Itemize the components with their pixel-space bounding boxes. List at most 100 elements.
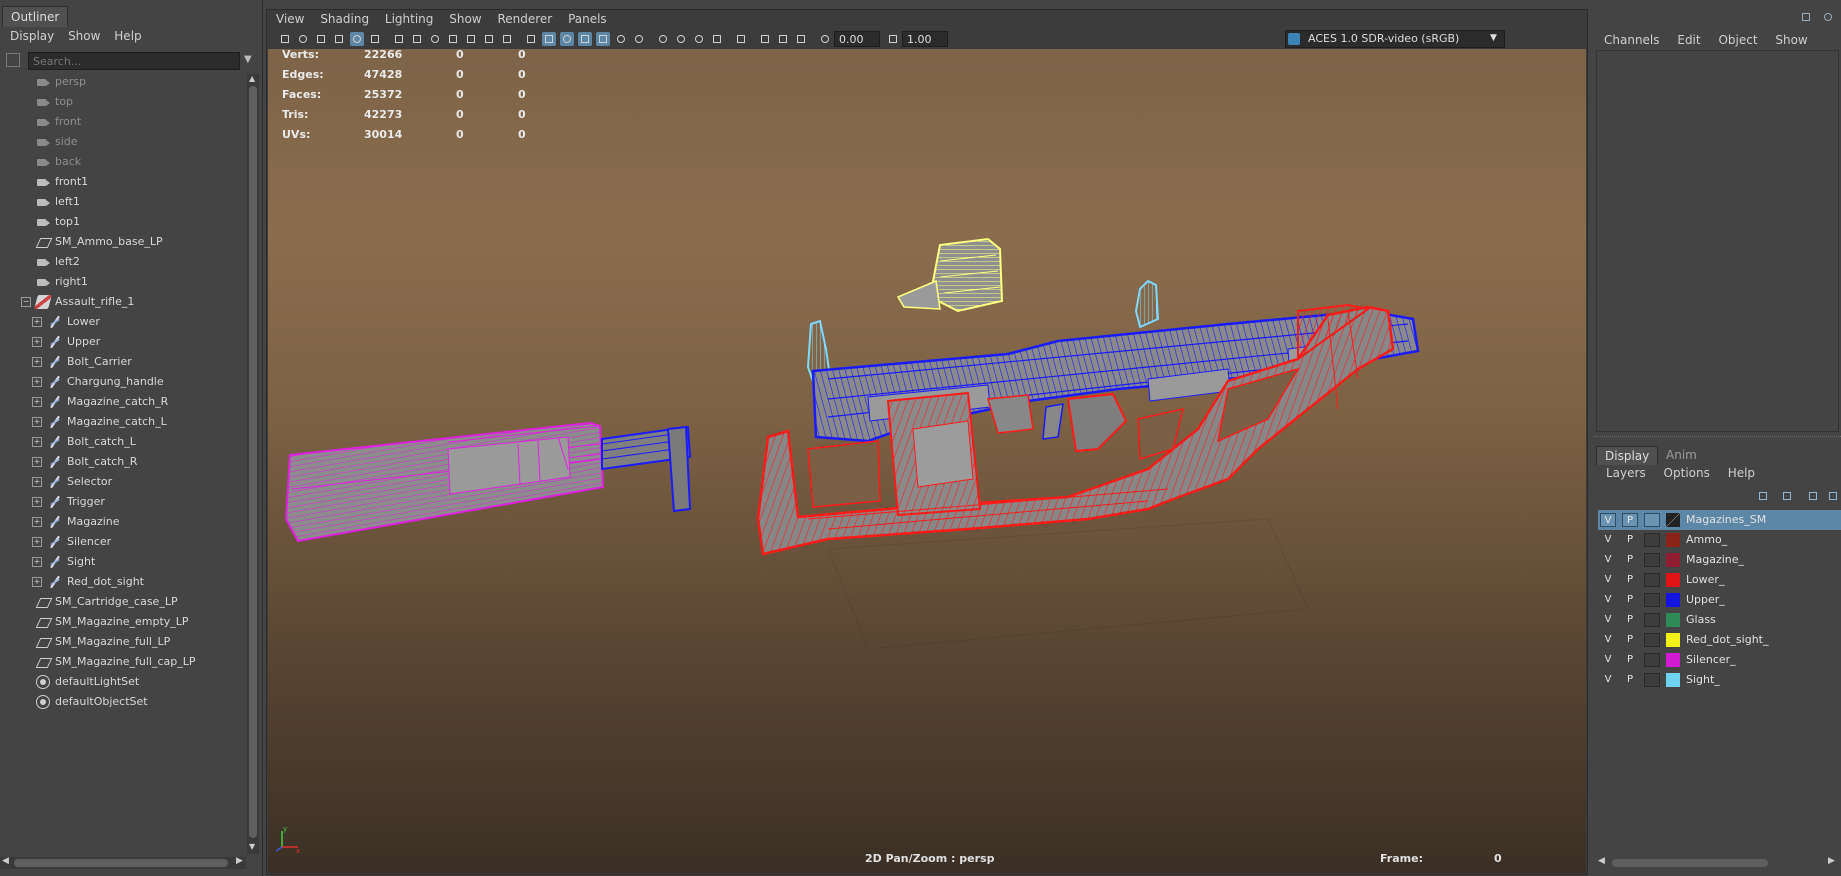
expand-plus-icon[interactable]: + bbox=[32, 517, 42, 527]
layer-row[interactable]: V P Magazines_SM bbox=[1598, 510, 1841, 530]
layer-row[interactable]: V P Lower_ bbox=[1598, 570, 1841, 590]
gate-mask-icon[interactable] bbox=[446, 32, 460, 46]
film-gate-icon[interactable] bbox=[410, 32, 424, 46]
exposure-field[interactable]: 0.00 bbox=[834, 31, 880, 47]
layer-playback-toggle[interactable]: P bbox=[1622, 653, 1638, 667]
scroll-right-arrow-icon[interactable]: ▶ bbox=[236, 856, 243, 866]
channel-box-menu-object[interactable]: Object bbox=[1718, 31, 1757, 49]
layer-visibility-toggle[interactable]: V bbox=[1600, 553, 1616, 567]
image-plane-icon[interactable] bbox=[332, 32, 346, 46]
tool-settings-toggle-icon[interactable] bbox=[1821, 10, 1835, 24]
layer-row[interactable]: V P Magazine_ bbox=[1598, 550, 1841, 570]
anti-aliasing-icon[interactable] bbox=[692, 32, 706, 46]
layer-menu-layers[interactable]: Layers bbox=[1606, 464, 1646, 482]
smooth-shade-all-icon[interactable] bbox=[542, 32, 556, 46]
layer-visibility-toggle[interactable]: V bbox=[1600, 513, 1616, 527]
screen-space-ao-icon[interactable] bbox=[656, 32, 670, 46]
layer-visibility-toggle[interactable]: V bbox=[1600, 533, 1616, 547]
layer-playback-toggle[interactable]: P bbox=[1622, 613, 1638, 627]
outliner-item[interactable]: right1 bbox=[0, 272, 246, 292]
gamma-field[interactable]: 1.00 bbox=[902, 31, 948, 47]
outliner-item[interactable]: + Silencer bbox=[0, 532, 246, 552]
field-chart-icon[interactable] bbox=[464, 32, 478, 46]
new-layer-from-selection-icon[interactable] bbox=[1826, 489, 1840, 503]
layer-display-type-toggle[interactable] bbox=[1644, 573, 1660, 587]
color-space-selector[interactable]: ACES 1.0 SDR-video (sRGB) ▼ bbox=[1285, 30, 1505, 48]
shadows-icon[interactable] bbox=[614, 32, 628, 46]
filter-grid-icon[interactable] bbox=[6, 53, 20, 67]
outliner-item[interactable]: SM_Ammo_base_LP bbox=[0, 232, 246, 252]
new-empty-layer-icon[interactable] bbox=[1806, 489, 1820, 503]
scrollbar-thumb[interactable] bbox=[1612, 859, 1768, 867]
channel-box-menu-edit[interactable]: Edit bbox=[1677, 31, 1700, 49]
safe-action-icon[interactable] bbox=[482, 32, 496, 46]
use-all-lights-icon[interactable] bbox=[596, 32, 610, 46]
isolate-select-icon[interactable] bbox=[734, 32, 748, 46]
channel-box-menu-show[interactable]: Show bbox=[1775, 31, 1807, 49]
layer-display-type-toggle[interactable] bbox=[1644, 553, 1660, 567]
scroll-right-arrow-icon[interactable]: ▶ bbox=[1828, 856, 1835, 866]
xray-active-components-icon[interactable] bbox=[776, 32, 790, 46]
outliner-item[interactable]: SM_Magazine_full_LP bbox=[0, 632, 246, 652]
layer-display-type-toggle[interactable] bbox=[1644, 653, 1660, 667]
outliner-item[interactable]: + Bolt_Carrier bbox=[0, 352, 246, 372]
outliner-item[interactable]: front bbox=[0, 112, 246, 132]
depth-of-field-icon[interactable] bbox=[710, 32, 724, 46]
outliner-item[interactable]: front1 bbox=[0, 172, 246, 192]
layer-color-swatch[interactable] bbox=[1666, 533, 1680, 547]
viewport-menu-lighting[interactable]: Lighting bbox=[385, 10, 434, 28]
viewport-menu-shading[interactable]: Shading bbox=[320, 10, 369, 28]
wireframe-on-shaded-icon[interactable] bbox=[560, 32, 574, 46]
expand-plus-icon[interactable]: + bbox=[32, 577, 42, 587]
layer-row[interactable]: V P Silencer_ bbox=[1598, 650, 1841, 670]
scroll-down-arrow-icon[interactable]: ▼ bbox=[249, 842, 255, 851]
layer-row[interactable]: V P Sight_ bbox=[1598, 670, 1841, 690]
expand-plus-icon[interactable]: + bbox=[32, 377, 42, 387]
tab-anim[interactable]: Anim bbox=[1658, 446, 1705, 464]
layer-color-swatch[interactable] bbox=[1666, 553, 1680, 567]
outliner-item[interactable]: left2 bbox=[0, 252, 246, 272]
layer-color-swatch[interactable] bbox=[1666, 653, 1680, 667]
layer-row[interactable]: V P Red_dot_sight_ bbox=[1598, 630, 1841, 650]
layer-visibility-toggle[interactable]: V bbox=[1600, 573, 1616, 587]
chevron-down-icon[interactable]: ▼ bbox=[1490, 33, 1497, 43]
outliner-item[interactable]: + Trigger bbox=[0, 492, 246, 512]
layer-color-swatch[interactable] bbox=[1666, 613, 1680, 627]
lights-icon[interactable] bbox=[632, 32, 646, 46]
outliner-item[interactable]: top bbox=[0, 92, 246, 112]
outliner-item[interactable]: defaultObjectSet bbox=[0, 692, 246, 712]
outliner-item[interactable]: SM_Magazine_full_cap_LP bbox=[0, 652, 246, 672]
layer-menu-options[interactable]: Options bbox=[1664, 464, 1710, 482]
layer-playback-toggle[interactable]: P bbox=[1622, 593, 1638, 607]
rifle-wireframe-model[interactable] bbox=[268, 49, 1586, 873]
scroll-up-arrow-icon[interactable]: ▲ bbox=[249, 74, 255, 83]
layer-playback-toggle[interactable]: P bbox=[1622, 673, 1638, 687]
xray-joints-icon[interactable] bbox=[794, 32, 808, 46]
outliner-item[interactable]: persp bbox=[0, 74, 246, 92]
viewport-menu-renderer[interactable]: Renderer bbox=[497, 10, 552, 28]
viewport-menu-panels[interactable]: Panels bbox=[568, 10, 607, 28]
layer-playback-toggle[interactable]: P bbox=[1622, 553, 1638, 567]
move-layer-down-icon[interactable] bbox=[1780, 489, 1794, 503]
channel-box-menu-channels[interactable]: Channels bbox=[1604, 31, 1660, 49]
2d-pan-zoom-icon[interactable] bbox=[350, 32, 364, 46]
outliner-item[interactable]: + Sight bbox=[0, 552, 246, 572]
layer-playback-toggle[interactable]: P bbox=[1622, 633, 1638, 647]
outliner-menu-show[interactable]: Show bbox=[68, 27, 100, 45]
layer-visibility-toggle[interactable]: V bbox=[1600, 673, 1616, 687]
xray-icon[interactable] bbox=[758, 32, 772, 46]
expand-plus-icon[interactable]: + bbox=[32, 497, 42, 507]
layer-color-swatch[interactable] bbox=[1666, 593, 1680, 607]
scroll-left-arrow-icon[interactable]: ◀ bbox=[2, 856, 9, 866]
layer-row[interactable]: V P Upper_ bbox=[1598, 590, 1841, 610]
outliner-item[interactable]: + Red_dot_sight bbox=[0, 572, 246, 592]
layer-playback-toggle[interactable]: P bbox=[1622, 533, 1638, 547]
search-options-dropdown-icon[interactable]: ▼ bbox=[244, 54, 252, 65]
move-layer-up-icon[interactable] bbox=[1756, 489, 1770, 503]
motion-blur-icon[interactable] bbox=[674, 32, 688, 46]
scrollbar-thumb[interactable] bbox=[14, 859, 228, 867]
layer-menu-help[interactable]: Help bbox=[1728, 464, 1755, 482]
outliner-item[interactable]: + Upper bbox=[0, 332, 246, 352]
outliner-item[interactable]: + Magazine bbox=[0, 512, 246, 532]
collapse-minus-icon[interactable]: − bbox=[21, 297, 31, 307]
